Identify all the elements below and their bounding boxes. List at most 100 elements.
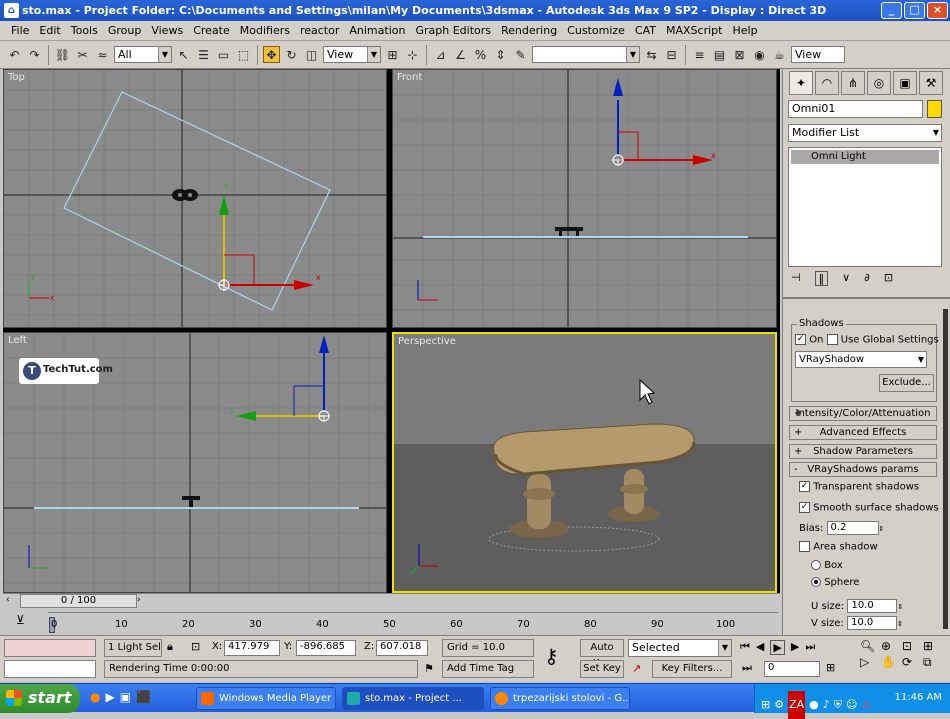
object-name-field[interactable]: Omni01 [788,100,923,118]
time-slider-thumb[interactable]: 0 / 100 [20,594,137,608]
menu-file[interactable]: File [6,24,34,37]
display-tab-icon[interactable]: ▣ [893,71,917,95]
percent-snap-icon[interactable]: % [472,46,489,63]
select-and-scale-icon[interactable]: ◫ [303,46,320,63]
menu-views[interactable]: Views [146,24,188,37]
minimize-button[interactable]: _ [881,2,902,19]
snap-toggle-icon[interactable]: ⊿ [432,46,449,63]
spinner-snap-icon[interactable]: ⇕ [492,46,509,63]
render-scene-icon[interactable]: ☕ [771,46,788,63]
angle-snap-icon[interactable]: ∠ [452,46,469,63]
menu-reactor[interactable]: reactor [295,24,344,37]
zoom-extents-icon[interactable]: ⊡ [902,639,922,653]
spinner-arrows-icon[interactable]: ⇕ [897,603,903,611]
viewport-label-top[interactable]: Top [8,72,25,83]
undo-icon[interactable]: ↶ [6,46,23,63]
rollout-shadow-parameters[interactable]: + Shadow Parameters [789,444,937,459]
key-filters-button[interactable]: Key Filters... [652,660,732,678]
named-selection-sets-dropdown[interactable]: ▼ [532,46,640,63]
shadow-type-dropdown[interactable]: VRayShadow ▼ [795,351,927,368]
unlink-icon[interactable]: ✂ [74,46,91,63]
motion-tab-icon[interactable]: ◎ [867,71,891,95]
quicklaunch-app-icon[interactable]: ⬛ [136,690,151,704]
select-and-move-icon[interactable]: ✥ [263,46,280,63]
pan-view-icon[interactable]: ✋ [881,655,901,670]
viewport-label-left[interactable]: Left [8,335,27,346]
menu-create[interactable]: Create [188,24,235,37]
rollout-advanced-effects[interactable]: + Advanced Effects [789,425,937,440]
shadows-on-checkbox[interactable]: ✓ [795,334,806,345]
zonealarm-icon[interactable]: ZA [788,691,806,719]
menu-tools[interactable]: Tools [66,24,103,37]
hierarchy-tab-icon[interactable]: ⋔ [841,71,865,95]
pin-stack-icon[interactable]: ⊣ [791,271,801,286]
messenger-icon[interactable]: ☺ [846,691,857,719]
smooth-surface-shadows-checkbox[interactable]: ✓ [799,502,810,513]
menu-rendering[interactable]: Rendering [496,24,562,37]
select-object-icon[interactable]: ↖ [175,46,192,63]
bind-to-spacewarp-icon[interactable]: ≈ [94,46,111,63]
viewport-label-perspective[interactable]: Perspective [398,336,456,347]
x-coordinate-field[interactable]: 417.979 [224,640,280,656]
auto-key-button[interactable]: Auto Key [580,639,624,669]
current-frame-field[interactable]: 0 [764,661,820,677]
u-size-spinner[interactable]: 10.0 [847,599,898,613]
y-coordinate-field[interactable]: -896.685 [296,640,356,656]
v-size-spinner[interactable]: 10.0 [846,616,897,630]
schematic-view-icon[interactable]: ⊠ [731,46,748,63]
align-icon[interactable]: ⊟ [663,46,680,63]
make-unique-icon[interactable]: ∨ [842,271,850,286]
curve-editor-icon[interactable]: ▤ [711,46,728,63]
taskbar-item-firefox[interactable]: trpezarijski stolovi - G... [490,687,630,710]
add-time-tag-button[interactable]: Add Time Tag [442,660,534,678]
mirror-icon[interactable]: ⇆ [643,46,660,63]
z-coordinate-field[interactable]: 607.018 [376,640,428,656]
previous-frame-icon[interactable]: ◀ [756,640,764,655]
show-end-result-icon[interactable]: ‖ [814,271,829,286]
sphere-radio[interactable] [811,577,821,587]
zoom-icon[interactable]: 🔍︎ [860,639,880,653]
play-icon[interactable]: ▶ [770,640,785,655]
modify-tab-icon[interactable]: ◠ [815,71,839,95]
close-button[interactable]: × [927,2,948,19]
utilities-tab-icon[interactable]: ⚒ [919,71,943,95]
taskbar-item-3dsmax[interactable]: sto.max - Project ... [342,687,484,710]
select-by-name-icon[interactable]: ☰ [195,46,212,63]
select-and-link-icon[interactable]: ⛓ [54,46,71,63]
volume-icon[interactable]: ♪ [823,691,830,719]
maximize-button[interactable]: □ [904,2,925,19]
reference-coordinate-dropdown[interactable]: View ▼ [323,46,381,63]
material-editor-icon[interactable]: ◉ [751,46,768,63]
set-key-button[interactable]: Set Key [580,660,624,678]
bias-spinner[interactable]: 0.2 [826,521,879,535]
maxscript-listener-mini[interactable] [4,639,96,657]
stack-item-omni-light[interactable]: Omni Light [791,150,939,164]
zoom-all-icon[interactable]: ⊕ [881,639,901,653]
menu-help[interactable]: Help [727,24,762,37]
menu-cat[interactable]: CAT [630,24,661,37]
viewport-front[interactable]: x Front [392,69,777,328]
viewport-left[interactable]: y Left T TechTut.com [3,332,387,593]
alert-icon[interactable]: ⚠ [862,691,872,719]
table-top-view-shape[interactable] [172,189,198,201]
rectangular-selection-icon[interactable]: ▭ [215,46,232,63]
go-to-end-icon[interactable]: ⏭ [805,640,815,655]
menu-maxscript[interactable]: MAXScript [661,24,727,37]
default-tangents-icon[interactable]: ↗ [632,662,641,675]
menu-modifiers[interactable]: Modifiers [235,24,295,37]
security-center-icon[interactable]: ⛨ [834,691,842,719]
viewport-perspective[interactable]: Perspective [392,332,777,593]
create-tab-icon[interactable]: ✦ [789,71,813,95]
key-mode-toggle-icon[interactable]: ⏭ [742,661,752,675]
network-icon[interactable]: ⊞ [761,691,770,719]
absolute-mode-icon[interactable]: ⊡ [191,640,200,653]
window-crossing-icon[interactable]: ⬚ [235,46,252,63]
mini-curve-editor-icon[interactable]: ⊻ [16,613,25,627]
rollout-vrayshadows-params[interactable]: - VRayShadows params [789,462,937,477]
viewport-label-front[interactable]: Front [397,72,422,83]
move-gizmo[interactable]: y [230,335,330,422]
use-global-settings-checkbox[interactable] [826,334,838,345]
time-configuration-icon[interactable]: ⊞ [826,661,835,674]
box-radio[interactable] [811,560,821,570]
menu-customize[interactable]: Customize [562,24,630,37]
